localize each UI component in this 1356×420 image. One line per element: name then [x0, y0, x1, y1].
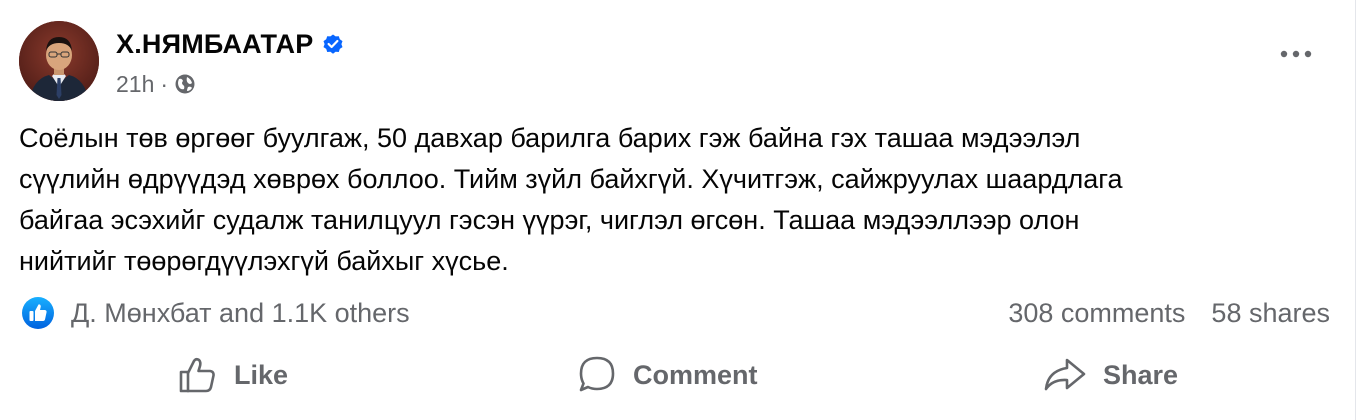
share-button[interactable]: Share — [1043, 350, 1178, 400]
like-button[interactable]: Like — [178, 350, 288, 400]
author-name[interactable]: Х.НЯМБААТАР — [116, 29, 313, 60]
comment-label: Comment — [633, 359, 758, 390]
post-card: Х.НЯМБААТАР 21h · Соёлын төв өргөөг буул… — [0, 0, 1356, 420]
post-timestamp[interactable]: 21h — [116, 71, 154, 98]
share-label: Share — [1103, 359, 1179, 390]
comments-count[interactable]: 308 comments — [1008, 298, 1185, 329]
engagement-counts: 308 comments 58 shares — [1008, 296, 1330, 330]
more-horizontal-icon[interactable] — [1280, 46, 1312, 58]
post-text: Соёлын төв өргөөг буулгаж, 50 давхар бар… — [19, 118, 1319, 282]
comment-button[interactable]: Comment — [577, 350, 758, 400]
shares-count[interactable]: 58 shares — [1211, 298, 1330, 329]
reactions-summary[interactable]: Д. Мөнхбат and 1.1K others — [21, 296, 410, 330]
thumbs-up-icon — [179, 357, 215, 393]
globe-icon[interactable] — [174, 73, 196, 95]
author-avatar[interactable] — [19, 21, 99, 101]
author-row: Х.НЯМБААТАР — [116, 29, 345, 59]
share-arrow-icon — [1044, 358, 1086, 391]
verified-badge-icon — [321, 32, 345, 56]
post-text-line: байгаа эсэхийг судалж танилцуул гэсэн үү… — [19, 205, 1080, 235]
post-actions: Like Comment Share — [0, 350, 1356, 400]
like-reaction-icon — [21, 296, 55, 330]
post-text-line: сүүлийн өдрүүдэд хөврөх боллоо. Тийм зүй… — [19, 164, 1123, 194]
comment-bubble-icon — [579, 356, 615, 392]
like-label: Like — [234, 359, 289, 390]
meta-separator: · — [160, 70, 169, 97]
post-text-line: Соёлын төв өргөөг буулгаж, 50 давхар бар… — [19, 123, 1081, 153]
post-meta: 21h · — [116, 70, 196, 98]
reactions-text[interactable]: Д. Мөнхбат and 1.1K others — [71, 298, 410, 329]
post-text-line: нийтийг төөрөгдүүлэхгүй байхыг хүсье. — [19, 246, 509, 276]
